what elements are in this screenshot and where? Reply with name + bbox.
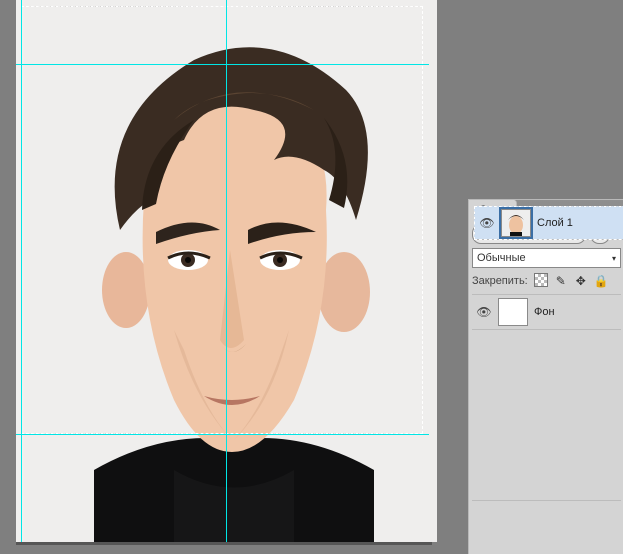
filter-pill-1[interactable] xyxy=(590,224,610,244)
layer-thumbnail[interactable] xyxy=(498,298,528,326)
layers-empty-area xyxy=(472,330,621,500)
panel-body: 🔍 Вид ▴▾ Обычные ▾ Закрепить: ✎ ✥ 🔒 👁 xyxy=(469,220,623,505)
guide-vertical-1[interactable] xyxy=(21,0,22,542)
chevron-updown-icon: ▴▾ xyxy=(575,226,579,242)
portrait-image xyxy=(24,0,437,542)
layer-name[interactable]: Фон xyxy=(534,306,555,318)
panel-tabbar: Слои xyxy=(469,200,623,220)
blend-mode-select[interactable]: Обычные ▾ xyxy=(472,248,621,268)
lock-all-icon[interactable]: 🔒 xyxy=(594,274,608,288)
layer-filter-label: Вид xyxy=(495,228,515,240)
layer-row[interactable]: 👁 Фон xyxy=(472,295,621,330)
guide-horizontal-1[interactable] xyxy=(16,64,429,65)
workspace: Слои 🔍 Вид ▴▾ Обычные ▾ Закрепить: ✎ ✥ xyxy=(0,0,623,553)
tab-layers[interactable]: Слои xyxy=(469,200,517,220)
guide-vertical-2[interactable] xyxy=(226,0,227,542)
lock-paint-icon[interactable]: ✎ xyxy=(554,274,568,288)
lock-transparency-icon[interactable] xyxy=(534,273,548,290)
blend-mode-value: Обычные xyxy=(477,252,526,264)
layer-filter-select[interactable]: 🔍 Вид ▴▾ xyxy=(472,224,586,244)
chevron-down-icon: ▾ xyxy=(612,254,616,263)
layers-panel: Слои 🔍 Вид ▴▾ Обычные ▾ Закрепить: ✎ ✥ xyxy=(468,199,623,554)
layers-list: 👁 Слой 1 👁 xyxy=(472,294,621,501)
lock-row: Закрепить: ✎ ✥ 🔒 xyxy=(472,270,621,292)
search-icon: 🔍 xyxy=(479,229,491,240)
lock-move-icon[interactable]: ✥ xyxy=(574,274,588,288)
lock-label: Закрепить: xyxy=(472,275,528,287)
document-window xyxy=(8,0,440,553)
guide-horizontal-2[interactable] xyxy=(16,434,429,435)
visibility-icon[interactable]: 👁 xyxy=(476,305,492,319)
canvas[interactable] xyxy=(16,0,429,542)
